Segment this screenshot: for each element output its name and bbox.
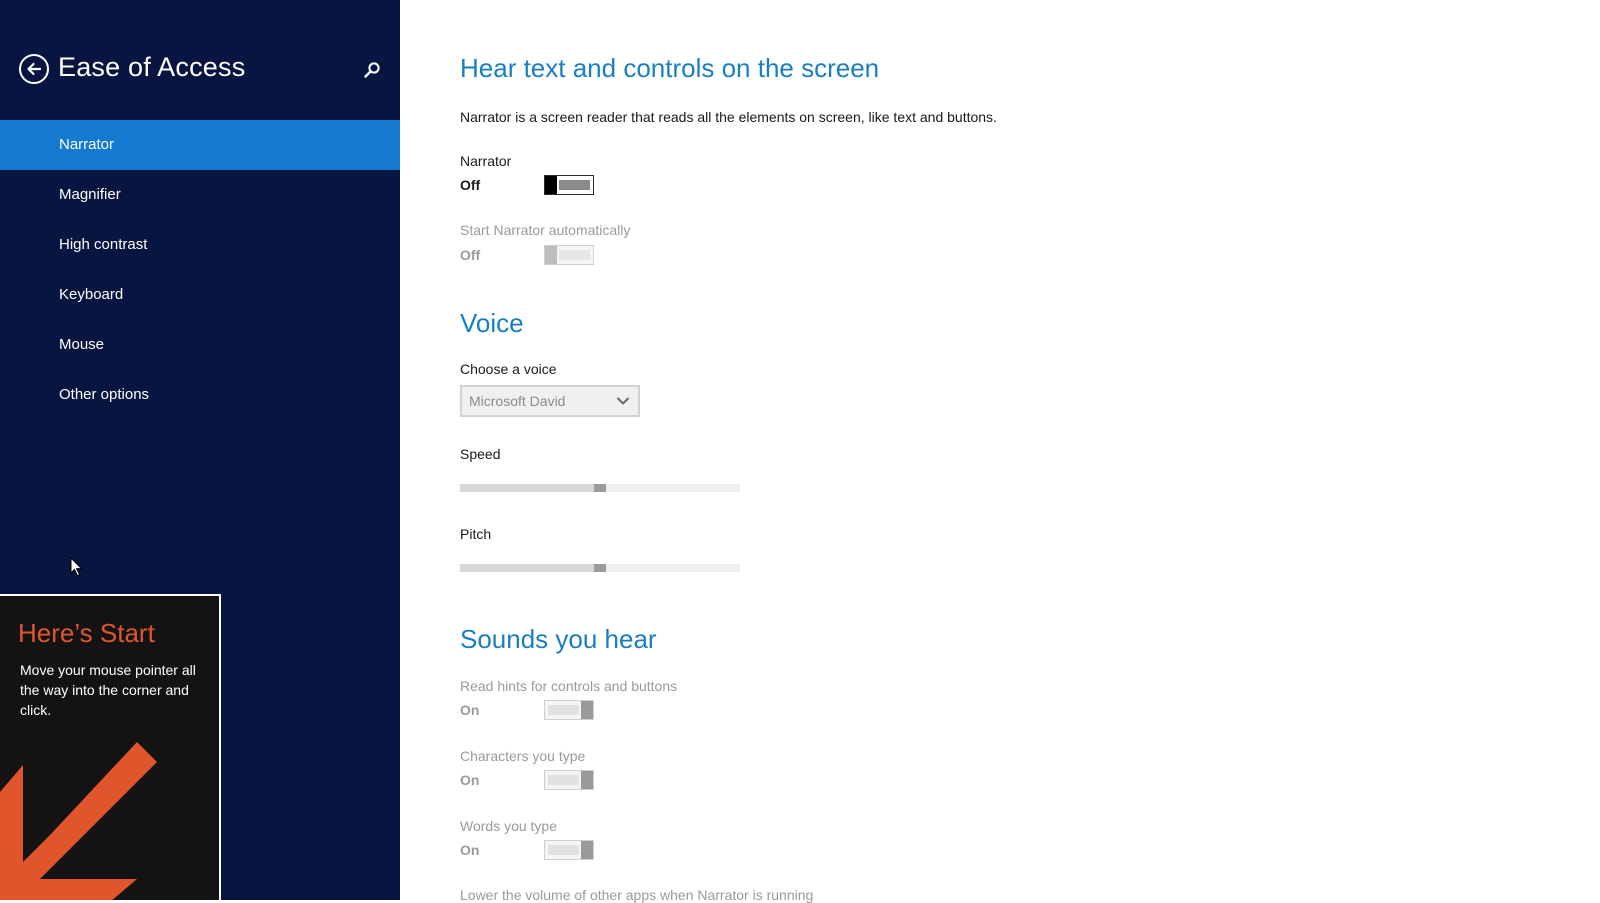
- sidebar: Ease of Access Narrator Magnifier High c…: [0, 0, 400, 900]
- page-title: Hear text and controls on the screen: [460, 53, 880, 83]
- toggle-fill: [548, 845, 579, 855]
- toggle-fill: [559, 250, 590, 260]
- corner-arrow-icon: [0, 742, 157, 900]
- characters-label: Characters you type: [460, 748, 586, 764]
- back-arrow-icon: [27, 62, 42, 76]
- chevron-down-icon: [616, 397, 630, 405]
- sidebar-item-keyboard[interactable]: Keyboard: [0, 270, 400, 320]
- narrator-description: Narrator is a screen reader that reads a…: [460, 109, 997, 125]
- toggle-thumb: [581, 841, 593, 859]
- mouse-pointer-icon: [70, 557, 83, 577]
- pitch-label: Pitch: [460, 526, 492, 542]
- read-hints-state: On: [460, 702, 480, 718]
- sidebar-nav: Narrator Magnifier High contrast Keyboar…: [0, 120, 400, 420]
- words-toggle[interactable]: [544, 840, 594, 860]
- toggle-fill: [559, 180, 590, 190]
- slider-track-filled: [460, 484, 600, 492]
- characters-state: On: [460, 772, 480, 788]
- slider-track-empty: [600, 564, 740, 572]
- search-icon: [364, 62, 380, 78]
- voice-heading: Voice: [460, 308, 524, 338]
- narrator-label: Narrator: [460, 153, 512, 169]
- speed-label: Speed: [460, 446, 501, 462]
- toggle-thumb: [545, 246, 557, 264]
- pane-title: Ease of Access: [58, 52, 246, 82]
- slider-track-filled: [460, 564, 600, 572]
- sidebar-item-narrator[interactable]: Narrator: [0, 120, 400, 170]
- slider-track-empty: [600, 484, 740, 492]
- read-hints-label: Read hints for controls and buttons: [460, 678, 678, 694]
- start-narrator-auto-toggle[interactable]: [544, 245, 594, 265]
- sidebar-item-magnifier[interactable]: Magnifier: [0, 170, 400, 220]
- lower-volume-label: Lower the volume of other apps when Narr…: [460, 887, 814, 903]
- slider-thumb[interactable]: [594, 484, 606, 492]
- characters-toggle[interactable]: [544, 770, 594, 790]
- start-tip-body: Move your mouse pointer all the way into…: [20, 662, 196, 718]
- start-narrator-auto-label: Start Narrator automatically: [460, 222, 631, 238]
- words-state: On: [460, 842, 480, 858]
- start-narrator-auto-state: Off: [460, 247, 481, 263]
- voice-select-value: Microsoft David: [469, 393, 566, 409]
- toggle-thumb: [581, 701, 593, 719]
- slider-thumb[interactable]: [594, 564, 606, 572]
- sidebar-item-high-contrast[interactable]: High contrast: [0, 220, 400, 270]
- narrator-state: Off: [460, 177, 481, 193]
- sidebar-item-mouse[interactable]: Mouse: [0, 320, 400, 370]
- start-tip-panel: Here’s Start Move your mouse pointer all…: [0, 594, 221, 900]
- read-hints-toggle[interactable]: [544, 700, 594, 720]
- search-button[interactable]: [362, 60, 382, 80]
- start-tip-title: Here’s Start: [18, 618, 155, 648]
- sounds-heading: Sounds you hear: [460, 624, 657, 654]
- toggle-thumb: [545, 176, 557, 194]
- toggle-thumb: [581, 771, 593, 789]
- sidebar-item-other-options[interactable]: Other options: [0, 370, 400, 420]
- pitch-slider[interactable]: [460, 561, 740, 575]
- voice-select[interactable]: Microsoft David: [460, 385, 640, 417]
- words-label: Words you type: [460, 818, 558, 834]
- speed-slider[interactable]: [460, 481, 740, 495]
- narrator-toggle[interactable]: [544, 175, 594, 195]
- back-button[interactable]: [19, 54, 49, 84]
- choose-voice-label: Choose a voice: [460, 361, 557, 377]
- toggle-fill: [548, 705, 579, 715]
- toggle-fill: [548, 775, 579, 785]
